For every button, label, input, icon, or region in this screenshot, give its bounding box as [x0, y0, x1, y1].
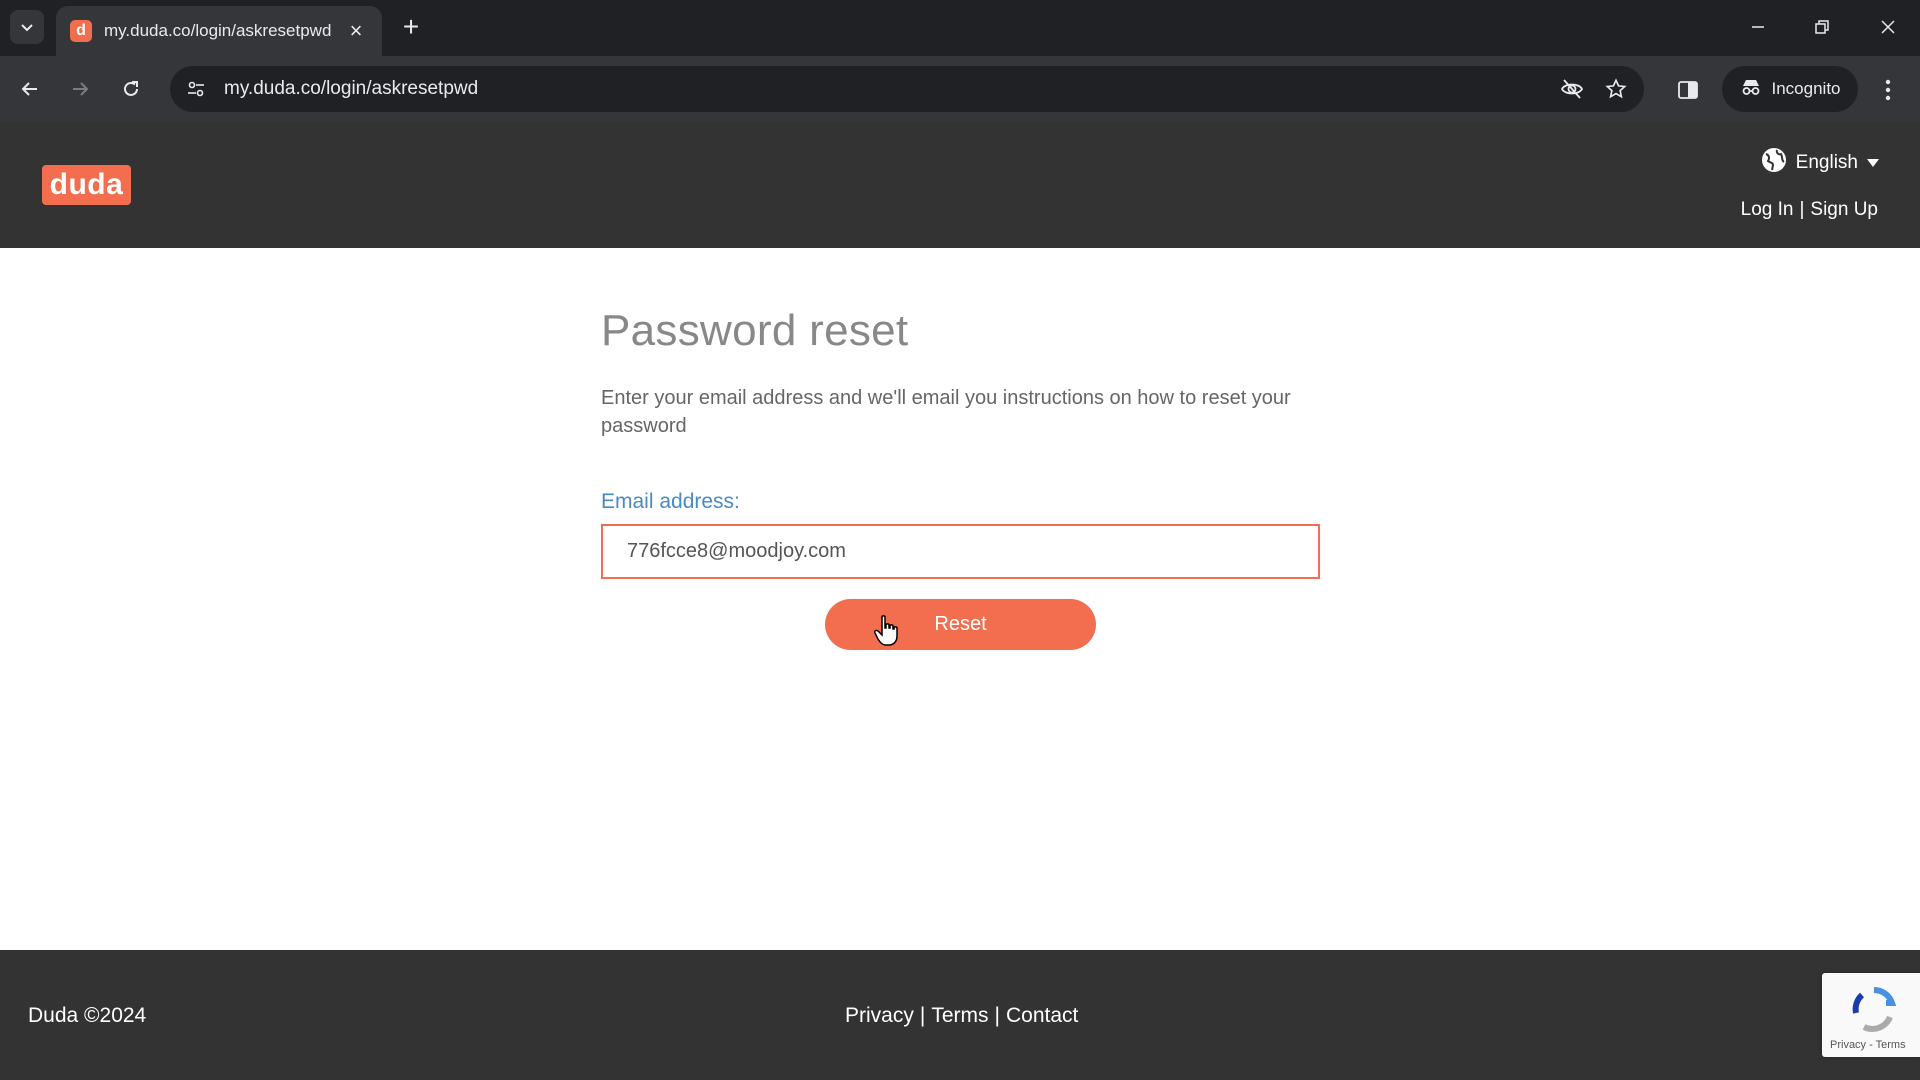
eye-off-icon[interactable] — [1550, 67, 1594, 111]
email-label: Email address: — [601, 490, 740, 513]
footer-separator: | — [919, 1004, 926, 1027]
recaptcha-badge[interactable]: Privacy - Terms — [1822, 973, 1920, 1057]
arrow-right-icon[interactable] — [63, 72, 97, 106]
incognito-icon — [1740, 77, 1762, 102]
chevron-down-icon[interactable] — [10, 10, 44, 44]
tab-title: my.duda.co/login/askresetpwd — [104, 21, 332, 40]
arrow-left-icon[interactable] — [13, 72, 47, 106]
close-icon[interactable]: × — [344, 18, 368, 44]
kebab-menu-icon[interactable] — [1870, 72, 1906, 108]
site-footer: Duda ©2024 Privacy | Terms | Contact Pri… — [0, 950, 1920, 1080]
browser-toolbar: my.duda.co/login/askresetpwd Incognito — [0, 56, 1920, 122]
browser-tab[interactable]: d my.duda.co/login/askresetpwd × — [56, 6, 382, 56]
close-window-icon[interactable] — [1866, 10, 1910, 44]
copyright-text: Duda ©2024 — [28, 1004, 147, 1027]
signup-link[interactable]: Sign Up — [1810, 199, 1878, 221]
auth-links: Log In | Sign Up — [1741, 199, 1878, 221]
terms-link[interactable]: Terms — [931, 1004, 988, 1028]
tune-icon[interactable] — [174, 67, 218, 111]
hand-cursor-icon — [874, 615, 900, 652]
recaptcha-icon — [1850, 987, 1898, 1039]
minimize-icon[interactable] — [1736, 10, 1780, 44]
site-header: duda English Log In | Sign Up — [0, 122, 1920, 248]
address-bar[interactable]: my.duda.co/login/askresetpwd — [170, 66, 1644, 112]
reload-icon[interactable] — [114, 72, 148, 106]
auth-separator: | — [1799, 199, 1805, 220]
login-link[interactable]: Log In — [1741, 199, 1794, 221]
browser-tab-bar: d my.duda.co/login/askresetpwd × + — [0, 0, 1920, 56]
incognito-indicator[interactable]: Incognito — [1722, 66, 1858, 112]
restore-icon[interactable] — [1800, 10, 1844, 44]
contact-link[interactable]: Contact — [1006, 1004, 1078, 1028]
language-selector[interactable]: English — [1760, 146, 1880, 180]
url-text[interactable]: my.duda.co/login/askresetpwd — [224, 78, 1550, 100]
side-panel-icon[interactable] — [1670, 72, 1706, 108]
recaptcha-links[interactable]: Privacy - Terms — [1830, 1039, 1906, 1051]
language-label: English — [1795, 152, 1858, 173]
caret-down-icon — [1866, 152, 1880, 174]
plus-icon[interactable]: + — [396, 11, 426, 42]
main-content: Password reset Enter your email address … — [0, 248, 1920, 950]
email-field[interactable] — [601, 524, 1320, 579]
footer-links: Privacy | Terms | Contact — [845, 1004, 1078, 1028]
star-icon[interactable] — [1594, 67, 1638, 111]
duda-favicon-icon: d — [70, 20, 92, 42]
incognito-label: Incognito — [1771, 79, 1841, 98]
reset-button[interactable]: Reset — [825, 599, 1096, 650]
duda-logo[interactable]: duda — [42, 165, 131, 205]
password-reset-form: Password reset Enter your email address … — [601, 306, 1320, 579]
globe-icon — [1760, 146, 1788, 180]
privacy-link[interactable]: Privacy — [845, 1004, 914, 1028]
instructions-text: Enter your email address and we'll email… — [601, 387, 1291, 437]
footer-separator: | — [994, 1004, 1000, 1027]
page-title: Password reset — [601, 306, 909, 355]
